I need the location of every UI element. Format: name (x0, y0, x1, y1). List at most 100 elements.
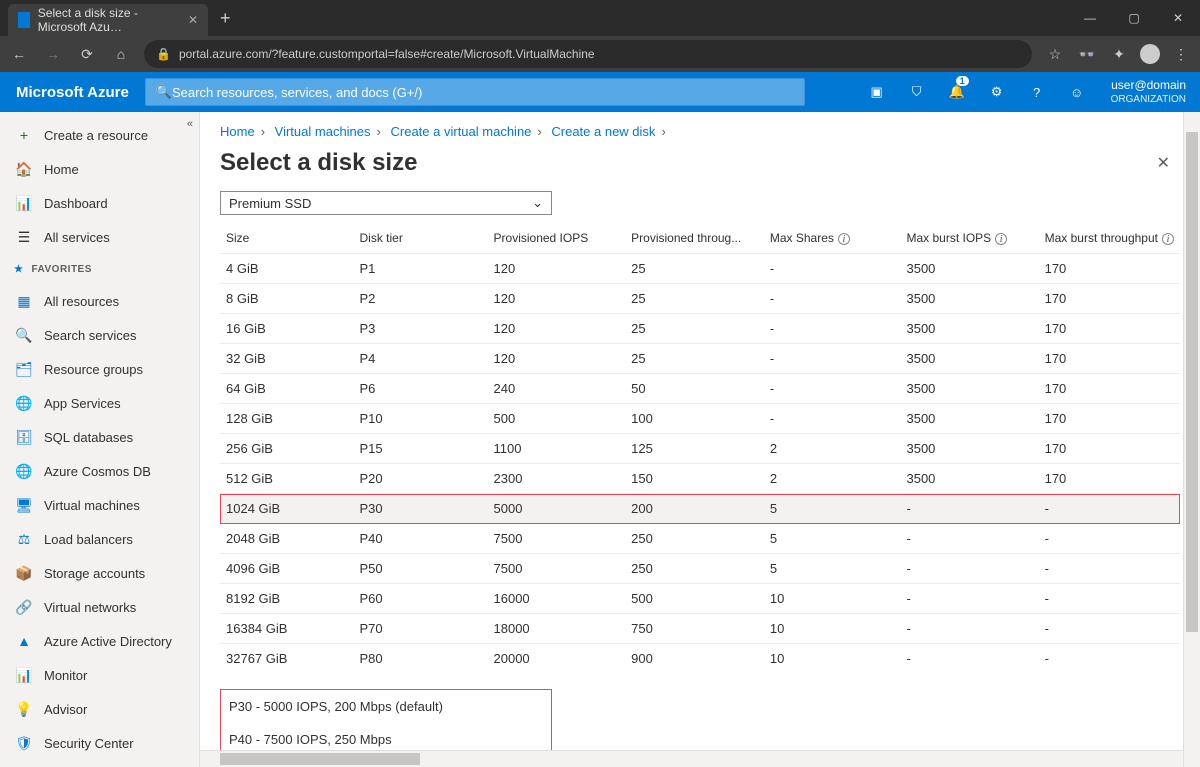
sidebar-item[interactable]: 🗄SQL databases (0, 420, 199, 454)
sidebar-item[interactable]: ⚖Load balancers (0, 522, 199, 556)
service-icon: 🌐 (14, 395, 34, 411)
table-row[interactable]: 32 GiBP412025-3500170 (220, 344, 1180, 374)
sidebar-item[interactable]: 🗂Resource groups (0, 352, 199, 386)
col-burst-iops[interactable]: Max burst IOPSi (900, 223, 1038, 254)
help-icon[interactable]: ? (1017, 72, 1057, 112)
directory-filter-icon[interactable]: ⛉ (897, 72, 937, 112)
azure-top-bar: Microsoft Azure 🔍 Search resources, serv… (0, 72, 1200, 112)
forward-icon[interactable]: → (42, 46, 64, 62)
sidebar-item[interactable]: 💡Advisor (0, 692, 199, 726)
col-tier[interactable]: Disk tier (354, 223, 488, 254)
sidebar-item[interactable]: ▲Azure Active Directory (0, 624, 199, 658)
breadcrumb: Home› Virtual machines› Create a virtual… (200, 112, 1200, 145)
sidebar-item[interactable]: 📦Storage accounts (0, 556, 199, 590)
browser-avatar[interactable] (1140, 44, 1160, 64)
sidebar-item[interactable]: ▦All resources (0, 284, 199, 318)
list-icon: ☰ (14, 229, 34, 245)
sidebar-item[interactable]: 🌐App Services (0, 386, 199, 420)
scroll-area[interactable]: Premium SSD ⌄ Size Disk tier Provisioned… (200, 191, 1200, 767)
cloud-shell-icon[interactable]: ▣ (857, 72, 897, 112)
table-row[interactable]: 512 GiBP20230015023500170 (220, 464, 1180, 494)
col-iops[interactable]: Provisioned IOPS (488, 223, 626, 254)
url-field[interactable]: 🔒 portal.azure.com/?feature.customportal… (144, 40, 1032, 68)
sidebar-item[interactable]: 🛡Security Center (0, 726, 199, 760)
performance-tier-option[interactable]: P30 - 5000 IOPS, 200 Mbps (default) (221, 690, 551, 723)
browser-address-bar: ← → ⟳ ⌂ 🔒 portal.azure.com/?feature.cust… (0, 36, 1200, 72)
sidebar-all-services[interactable]: ☰All services (0, 220, 199, 254)
new-tab-button[interactable]: + (220, 8, 231, 29)
sidebar-item[interactable]: 🔍Search services (0, 318, 199, 352)
table-row[interactable]: 4096 GiBP5075002505-- (220, 554, 1180, 584)
table-row[interactable]: 8192 GiBP601600050010-- (220, 584, 1180, 614)
table-row[interactable]: 256 GiBP15110012523500170 (220, 434, 1180, 464)
star-icon[interactable]: ☆ (1044, 46, 1066, 63)
service-icon: ▲ (14, 633, 34, 649)
table-row[interactable]: 2048 GiBP4075002505-- (220, 524, 1180, 554)
horizontal-scrollbar[interactable] (200, 750, 1183, 767)
extension-icon[interactable]: ✦ (1108, 46, 1130, 63)
table-row[interactable]: 32767 GiBP802000090010-- (220, 644, 1180, 674)
maximize-icon[interactable]: ▢ (1112, 0, 1156, 36)
feedback-icon[interactable]: ☺ (1057, 72, 1097, 112)
back-icon[interactable]: ← (8, 46, 30, 62)
breadcrumb-vm[interactable]: Virtual machines (275, 124, 371, 139)
search-placeholder: Search resources, services, and docs (G+… (172, 85, 422, 100)
table-row[interactable]: 8 GiBP212025-3500170 (220, 284, 1180, 314)
disk-type-dropdown[interactable]: Premium SSD ⌄ (220, 191, 552, 215)
close-tab-icon[interactable]: ✕ (188, 13, 198, 27)
lock-icon: 🔒 (156, 47, 171, 61)
info-icon[interactable]: i (1162, 233, 1174, 245)
service-icon: 🖥 (14, 497, 34, 513)
sidebar-item[interactable]: 🖥Virtual machines (0, 488, 199, 522)
table-row[interactable]: 1024 GiBP3050002005-- (220, 494, 1180, 524)
azure-search-input[interactable]: 🔍 Search resources, services, and docs (… (145, 78, 805, 106)
sidebar-create-resource[interactable]: +Create a resource (0, 118, 199, 152)
breadcrumb-home[interactable]: Home (220, 124, 255, 139)
service-icon: 🌐 (14, 463, 34, 479)
notifications-icon[interactable]: 🔔1 (937, 72, 977, 112)
collapse-sidebar-icon[interactable]: « (187, 118, 193, 130)
minimize-icon[interactable]: ― (1068, 0, 1112, 36)
table-row[interactable]: 64 GiBP624050-3500170 (220, 374, 1180, 404)
col-burst-throughput[interactable]: Max burst throughputi (1039, 223, 1180, 254)
col-size[interactable]: Size (220, 223, 354, 254)
table-row[interactable]: 128 GiBP10500100-3500170 (220, 404, 1180, 434)
browser-tab-strip: Select a disk size - Microsoft Azu… ✕ + … (0, 0, 1200, 36)
table-row[interactable]: 16384 GiBP701800075010-- (220, 614, 1180, 644)
service-icon: 🗂 (14, 361, 34, 377)
close-blade-icon[interactable]: ✕ (1157, 153, 1170, 173)
page-title: Select a disk size (220, 149, 417, 177)
incognito-icon[interactable]: 👓 (1076, 46, 1098, 63)
col-max-shares[interactable]: Max Sharesi (764, 223, 901, 254)
azure-logo[interactable]: Microsoft Azure (0, 84, 145, 101)
settings-icon[interactable]: ⚙ (977, 72, 1017, 112)
service-icon: 🔍 (14, 327, 34, 343)
browser-tab[interactable]: Select a disk size - Microsoft Azu… ✕ (8, 4, 208, 36)
breadcrumb-create-disk[interactable]: Create a new disk (551, 124, 655, 139)
chevron-down-icon: ⌄ (532, 195, 543, 211)
sidebar-favorites-header: ★FAVORITES (0, 254, 199, 284)
home-icon[interactable]: ⌂ (110, 46, 132, 62)
sidebar-item[interactable]: 🌐Azure Cosmos DB (0, 454, 199, 488)
info-icon[interactable]: i (838, 233, 850, 245)
user-menu[interactable]: user@domain ORGANIZATION (1097, 78, 1200, 107)
vertical-scrollbar[interactable] (1183, 112, 1200, 767)
url-text: portal.azure.com/?feature.customportal=f… (179, 47, 595, 61)
sidebar-home[interactable]: 🏠Home (0, 152, 199, 186)
home-icon: 🏠 (14, 161, 34, 177)
search-icon: 🔍 (156, 84, 172, 100)
info-icon[interactable]: i (995, 233, 1007, 245)
kebab-menu-icon[interactable]: ⋮ (1170, 46, 1192, 63)
sidebar-item[interactable]: 📊Monitor (0, 658, 199, 692)
user-org: ORGANIZATION (1111, 93, 1186, 106)
table-row[interactable]: 16 GiBP312025-3500170 (220, 314, 1180, 344)
breadcrumb-create-vm[interactable]: Create a virtual machine (391, 124, 532, 139)
sidebar-item[interactable]: 👤Help + support (0, 760, 199, 767)
disk-size-table: Size Disk tier Provisioned IOPS Provisio… (220, 223, 1180, 673)
reload-icon[interactable]: ⟳ (76, 46, 98, 63)
table-row[interactable]: 4 GiBP112025-3500170 (220, 254, 1180, 284)
sidebar-item[interactable]: 🔗Virtual networks (0, 590, 199, 624)
sidebar-dashboard[interactable]: 📊Dashboard (0, 186, 199, 220)
col-throughput[interactable]: Provisioned throug... (625, 223, 764, 254)
close-window-icon[interactable]: ✕ (1156, 0, 1200, 36)
